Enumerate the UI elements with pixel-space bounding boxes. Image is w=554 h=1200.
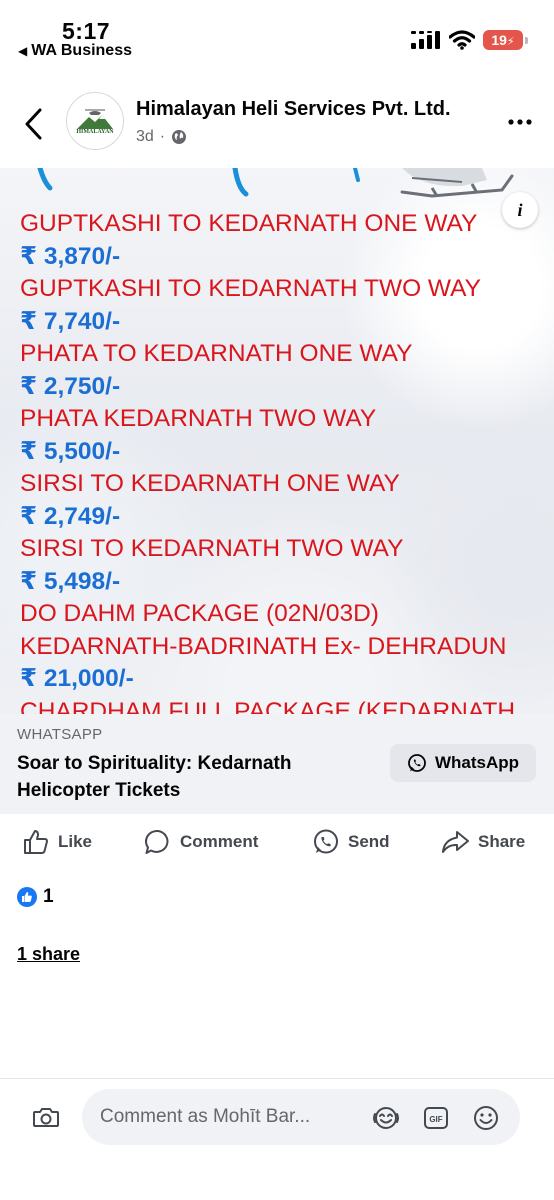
post-image[interactable]: GUPTKASHI TO KEDARNATH ONE WAY ₹ 3,870/- G… bbox=[0, 168, 554, 714]
avatar-sticker-icon[interactable] bbox=[372, 1104, 400, 1132]
meta-separator: · bbox=[159, 128, 166, 145]
back-chevron-icon[interactable] bbox=[22, 106, 46, 142]
camera-icon[interactable] bbox=[32, 1105, 60, 1129]
status-indicators: 19⚡ bbox=[411, 30, 528, 50]
comment-bubble-icon bbox=[145, 829, 169, 854]
post-meta: 3d · bbox=[136, 128, 187, 146]
whatsapp-send-icon bbox=[314, 829, 338, 854]
battery-cap bbox=[525, 36, 528, 44]
fare-price: ₹ 2,750/- bbox=[20, 372, 121, 400]
thumbs-up-badge-icon bbox=[22, 892, 32, 902]
fare-route: SIRSI TO KEDARNATH ONE WAY bbox=[20, 470, 400, 497]
post-time: 3d bbox=[136, 128, 154, 145]
whatsapp-button[interactable]: WhatsApp bbox=[390, 744, 536, 782]
link-source: WHATSAPP bbox=[17, 726, 103, 743]
charging-bolt-icon: ⚡ bbox=[506, 36, 515, 48]
fare-route: KEDARNATH-BADRINATH Ex- DEHRADUN bbox=[20, 632, 507, 660]
battery-indicator: 19⚡ bbox=[483, 30, 523, 50]
fare-route: CHARDHAM FULL PACKAGE (KEDARNATH bbox=[20, 697, 516, 715]
back-to-app-link[interactable]: ◀ WA Business bbox=[18, 42, 132, 60]
thumbs-up-icon bbox=[24, 830, 48, 854]
fare-route: DO DAHM PACKAGE (02N/03D) bbox=[20, 600, 379, 627]
reaction-count: 1 bbox=[43, 886, 54, 907]
emoji-icon[interactable] bbox=[472, 1104, 500, 1132]
comment-input[interactable] bbox=[82, 1089, 520, 1145]
send-button[interactable]: Send bbox=[312, 828, 390, 856]
share-arrow-icon bbox=[442, 831, 469, 853]
link-title[interactable]: Soar to Spirituality: Kedarnath Helicopt… bbox=[17, 750, 357, 804]
action-bar: Like Comment Send Share bbox=[0, 822, 554, 866]
fare-list: GUPTKASHI TO KEDARNATH ONE WAY ₹ 3,870/- G… bbox=[20, 208, 540, 714]
gif-icon[interactable]: GIF bbox=[422, 1104, 450, 1132]
share-label: Share bbox=[478, 832, 526, 851]
mountain-logo-icon bbox=[77, 109, 113, 129]
fare-route: GUPTKASHI TO KEDARNATH ONE WAY bbox=[20, 210, 478, 237]
cellular-signal-icon bbox=[411, 31, 440, 49]
reactions-summary[interactable]: 1 bbox=[17, 886, 54, 908]
status-bar: 5:17 ◀ WA Business 19⚡ bbox=[0, 0, 554, 70]
fare-route: SIRSI TO KEDARNATH TWO WAY bbox=[20, 535, 404, 562]
like-reaction-icon bbox=[17, 887, 37, 907]
fare-price: ₹ 2,749/- bbox=[20, 502, 121, 530]
battery-level: 19 bbox=[491, 32, 507, 48]
fare-price: ₹ 3,870/- bbox=[20, 242, 121, 270]
comment-button[interactable]: Comment bbox=[144, 828, 258, 856]
fare-route: PHATA KEDARNATH TWO WAY bbox=[20, 405, 377, 432]
more-options-icon[interactable] bbox=[506, 110, 534, 134]
wifi-icon bbox=[449, 30, 475, 50]
page-name[interactable]: Himalayan Heli Services Pvt. Ltd. bbox=[136, 98, 451, 121]
page-avatar[interactable]: HIMALAYAN bbox=[66, 92, 124, 150]
share-count-link[interactable]: 1 share bbox=[17, 944, 80, 965]
fare-route: PHATA TO KEDARNATH ONE WAY bbox=[20, 340, 413, 367]
back-triangle-icon: ◀ bbox=[18, 44, 28, 58]
fare-price: ₹ 7,740/- bbox=[20, 307, 121, 335]
fare-price: ₹ 5,500/- bbox=[20, 437, 121, 465]
globe-icon bbox=[172, 130, 187, 144]
fare-route: GUPTKASHI TO KEDARNATH TWO WAY bbox=[20, 275, 482, 302]
like-button[interactable]: Like bbox=[22, 828, 92, 856]
share-button[interactable]: Share bbox=[440, 828, 525, 856]
svg-text:GIF: GIF bbox=[429, 1115, 442, 1124]
whatsapp-icon bbox=[408, 754, 426, 772]
fare-price: ₹ 21,000/- bbox=[20, 665, 134, 692]
whatsapp-button-label: WhatsApp bbox=[434, 753, 520, 772]
send-label: Send bbox=[348, 832, 390, 851]
comment-bar: GIF bbox=[0, 1078, 554, 1200]
back-app-name: WA Business bbox=[31, 42, 132, 59]
avatar-label: HIMALAYAN bbox=[76, 129, 114, 135]
info-icon[interactable]: i bbox=[502, 192, 538, 228]
link-preview[interactable]: WHATSAPP Soar to Spirituality: Kedarnath… bbox=[0, 714, 554, 814]
comment-label: Comment bbox=[180, 832, 259, 851]
like-label: Like bbox=[58, 832, 93, 851]
status-time: 5:17 bbox=[62, 18, 111, 44]
fare-price: ₹ 5,498/- bbox=[20, 567, 121, 595]
post-header: HIMALAYAN Himalayan Heli Services Pvt. L… bbox=[0, 88, 554, 158]
